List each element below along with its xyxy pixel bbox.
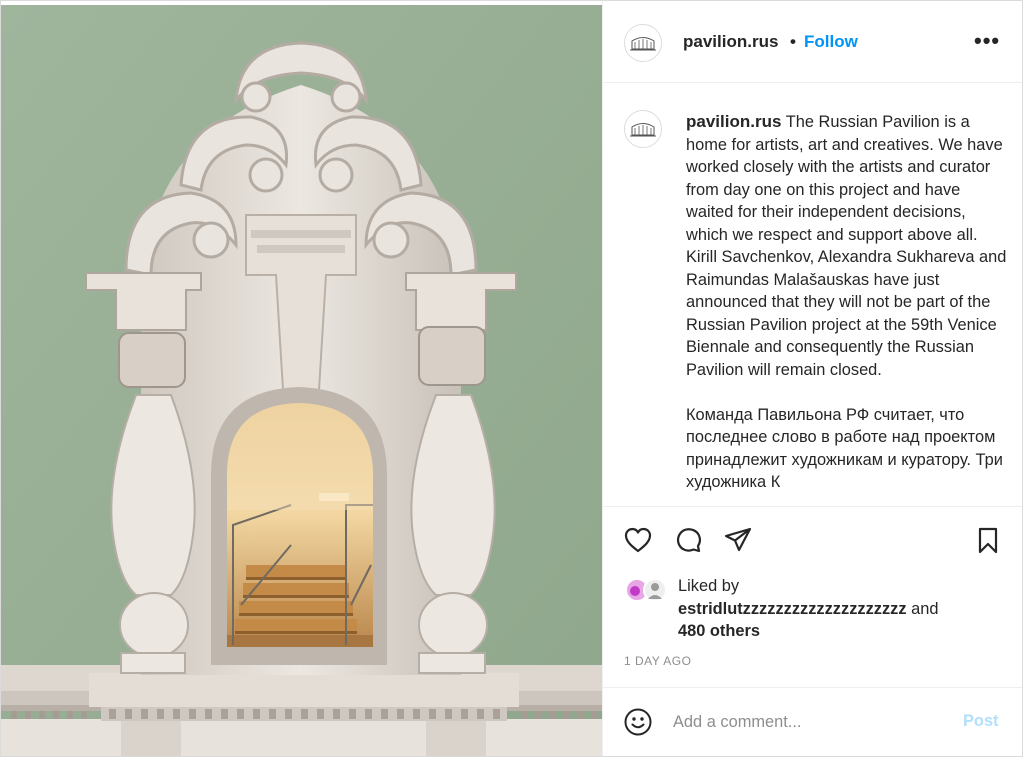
comment-bar: Post	[603, 687, 1022, 756]
liked-and: and	[911, 599, 939, 618]
paper-plane-icon[interactable]	[723, 525, 753, 555]
caption-username[interactable]: pavilion.rus	[686, 112, 781, 131]
post-caption: pavilion.rus The Russian Pavilion is a h…	[686, 111, 1010, 494]
profile-avatar[interactable]	[624, 24, 662, 62]
liked-user-link[interactable]: estridlutzzzzzzzzzzzzzzzzzzzz	[678, 600, 907, 618]
likers-avatars[interactable]	[625, 576, 671, 604]
comment-input[interactable]	[673, 710, 943, 734]
more-options-icon[interactable]: •••	[974, 30, 1000, 52]
post-photo[interactable]	[1, 5, 602, 756]
bookmark-icon[interactable]	[973, 525, 1003, 555]
pavilion-logo-icon	[625, 111, 661, 147]
post-sidebar: pavilion.rus • Follow ••• pavilion.rus T…	[602, 1, 1022, 756]
post-comment-button[interactable]: Post	[963, 712, 999, 731]
liked-prefix: Liked by	[678, 577, 740, 595]
ornate-window-photo	[1, 5, 602, 756]
comment-bubble-icon[interactable]	[673, 525, 703, 555]
liked-others-link[interactable]: 480 others	[678, 622, 760, 640]
caption-avatar[interactable]	[624, 110, 662, 148]
caption-paragraph: pavilion.rus The Russian Pavilion is a h…	[686, 111, 1010, 246]
action-bar	[603, 507, 1022, 567]
post-timestamp[interactable]: 1 DAY AGO	[624, 654, 691, 668]
instagram-post-window: pavilion.rus • Follow ••• pavilion.rus T…	[0, 0, 1023, 757]
separator-dot: •	[790, 32, 796, 51]
liked-by-text: Liked by estridlutzzzzzzzzzzzzzzzzzzzz a…	[678, 575, 1008, 643]
caption-text-2: Kirill Savchenkov, Alexandra Sukhareva a…	[686, 248, 1007, 379]
header-username[interactable]: pavilion.rus	[683, 32, 778, 52]
caption-text-3: Команда Павильона РФ считает, что послед…	[686, 405, 1003, 492]
follow-button[interactable]: Follow	[804, 32, 858, 52]
heart-icon[interactable]	[623, 525, 653, 555]
pavilion-logo-icon	[625, 25, 661, 61]
caption-text-1: The Russian Pavilion is a home for artis…	[686, 113, 1003, 244]
caption-area[interactable]: pavilion.rus The Russian Pavilion is a h…	[603, 83, 1022, 507]
smiley-icon[interactable]	[623, 707, 653, 737]
post-header: pavilion.rus • Follow •••	[603, 1, 1022, 83]
